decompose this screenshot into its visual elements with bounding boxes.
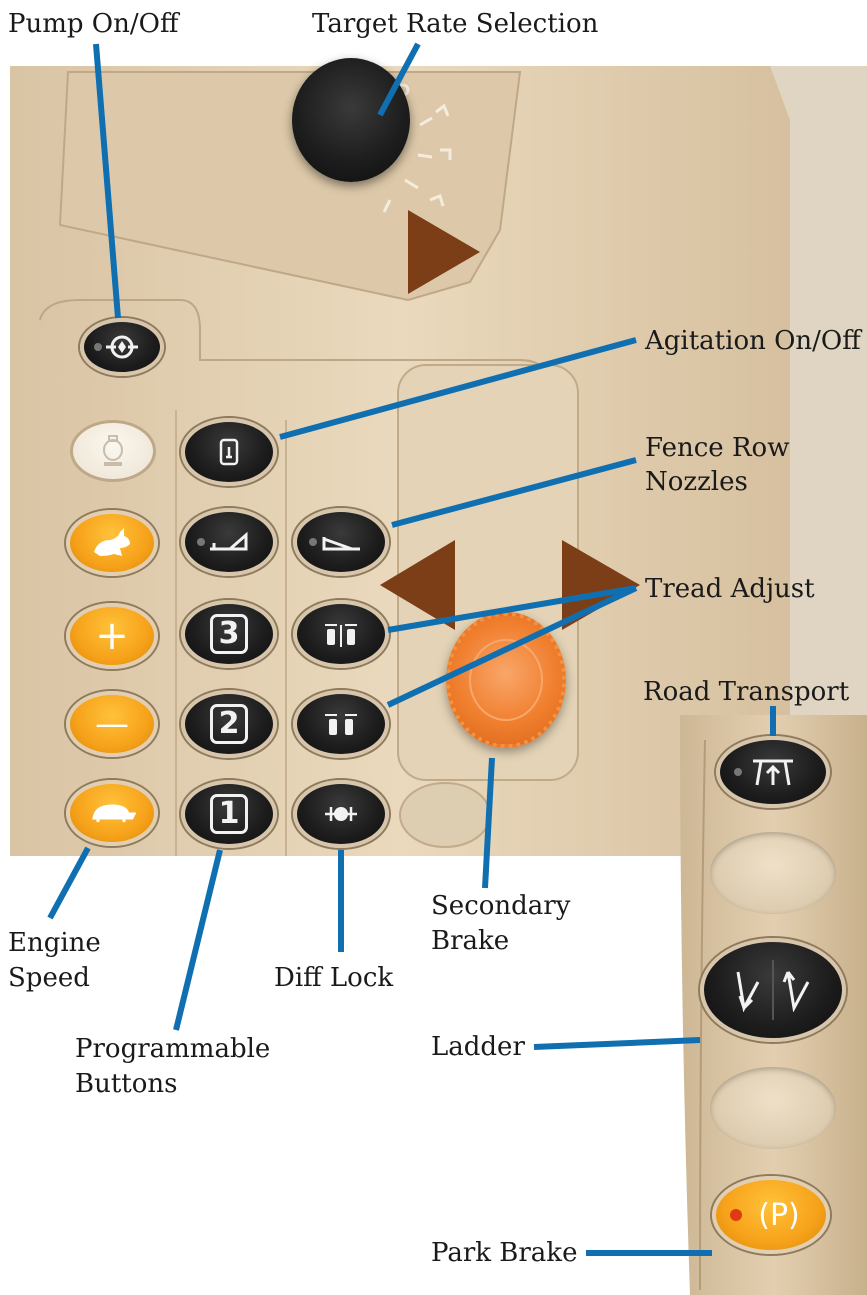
tread-in-icon <box>325 714 357 735</box>
secondary-brake-knob[interactable] <box>446 612 566 748</box>
fence-row-icon <box>322 537 360 551</box>
blank-button-1[interactable] <box>710 832 836 914</box>
label-target-rate: Target Rate Selection <box>312 9 599 39</box>
park-brake-led-icon <box>730 1209 742 1221</box>
boom-led-icon <box>197 538 205 546</box>
label-park-brake: Park Brake <box>431 1238 578 1268</box>
park-brake-icon: (P) <box>758 1197 800 1233</box>
label-engine-speed-2: Speed <box>8 963 90 993</box>
boom-icon <box>210 531 248 551</box>
prog-3-label: 3 <box>209 614 249 654</box>
secondary-brake-center <box>469 639 543 721</box>
label-programmable-1: Programmable <box>75 1034 271 1064</box>
road-transport-led-icon <box>734 768 742 776</box>
turtle-button[interactable] <box>66 780 158 846</box>
label-fence-row-2: Nozzles <box>645 467 748 497</box>
park-brake-button[interactable]: (P) <box>712 1176 830 1254</box>
target-rate-knob[interactable] <box>292 58 410 182</box>
programmable-button-1[interactable]: 1 <box>181 780 277 848</box>
tread-out-icon <box>325 624 357 647</box>
label-road-transport: Road Transport <box>643 677 850 707</box>
prog-1-label: 1 <box>209 794 249 834</box>
programmable-button-2[interactable]: 2 <box>181 690 277 758</box>
label-secondary-brake-1: Secondary <box>431 891 571 921</box>
fence-led-icon <box>309 538 317 546</box>
engine-icon <box>103 435 123 466</box>
prog-2-label: 2 <box>209 704 249 744</box>
rabbit-button[interactable] <box>66 510 158 576</box>
blank-button-2[interactable] <box>710 1067 836 1149</box>
turtle-icon <box>92 804 136 822</box>
label-fence-row-1: Fence Row <box>645 433 790 463</box>
label-engine-speed-1: Engine <box>8 928 101 958</box>
minus-button[interactable]: — <box>66 691 158 757</box>
fence-row-button[interactable] <box>293 508 389 576</box>
label-secondary-brake-2: Brake <box>431 926 510 956</box>
agitation-button[interactable] <box>181 418 277 486</box>
label-agitation: Agitation On/Off <box>645 326 861 356</box>
tread-out-button[interactable] <box>293 600 389 668</box>
label-programmable-2: Buttons <box>75 1069 178 1099</box>
label-ladder: Ladder <box>431 1032 525 1062</box>
rabbit-icon <box>94 528 130 556</box>
agitation-icon <box>219 438 239 466</box>
engine-button[interactable] <box>70 420 156 482</box>
ladder-up-icon <box>782 971 810 1012</box>
plus-button[interactable]: + <box>66 603 158 669</box>
label-pump: Pump On/Off <box>8 9 179 39</box>
road-transport-button[interactable] <box>716 736 830 808</box>
ladder-down-icon <box>736 971 760 1012</box>
boom-button[interactable] <box>181 508 277 576</box>
minus-icon: — <box>95 704 129 744</box>
plus-icon: + <box>95 613 129 659</box>
label-diff-lock: Diff Lock <box>274 963 394 993</box>
road-transport-icon <box>753 759 793 786</box>
pump-icon <box>106 335 138 359</box>
diff-lock-icon <box>325 807 357 821</box>
pump-led-icon <box>94 343 102 351</box>
label-tread-adjust: Tread Adjust <box>645 574 815 604</box>
programmable-button-3[interactable]: 3 <box>181 600 277 668</box>
tread-in-button[interactable] <box>293 690 389 758</box>
pump-button[interactable] <box>80 318 164 376</box>
ladder-divider <box>772 960 774 1020</box>
diff-lock-button[interactable] <box>293 780 389 848</box>
ladder-button[interactable] <box>700 938 846 1042</box>
